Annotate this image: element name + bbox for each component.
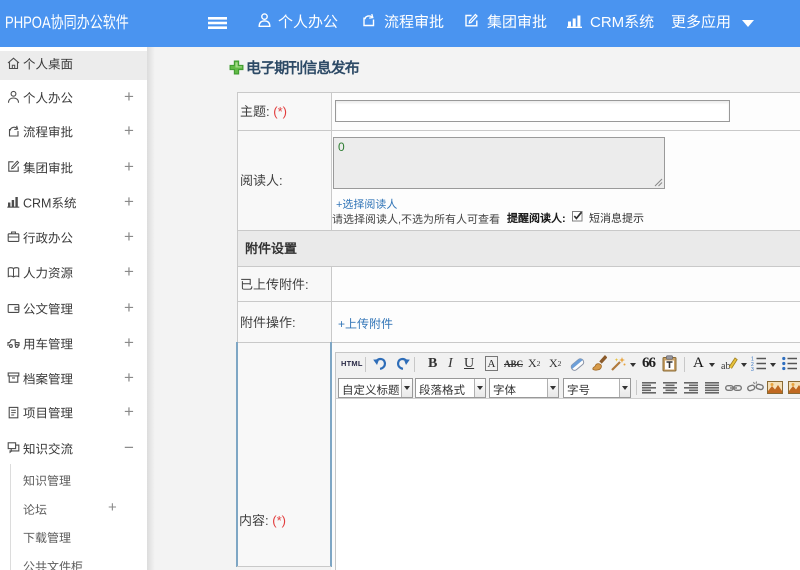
svg-text:3: 3 [751,367,754,371]
